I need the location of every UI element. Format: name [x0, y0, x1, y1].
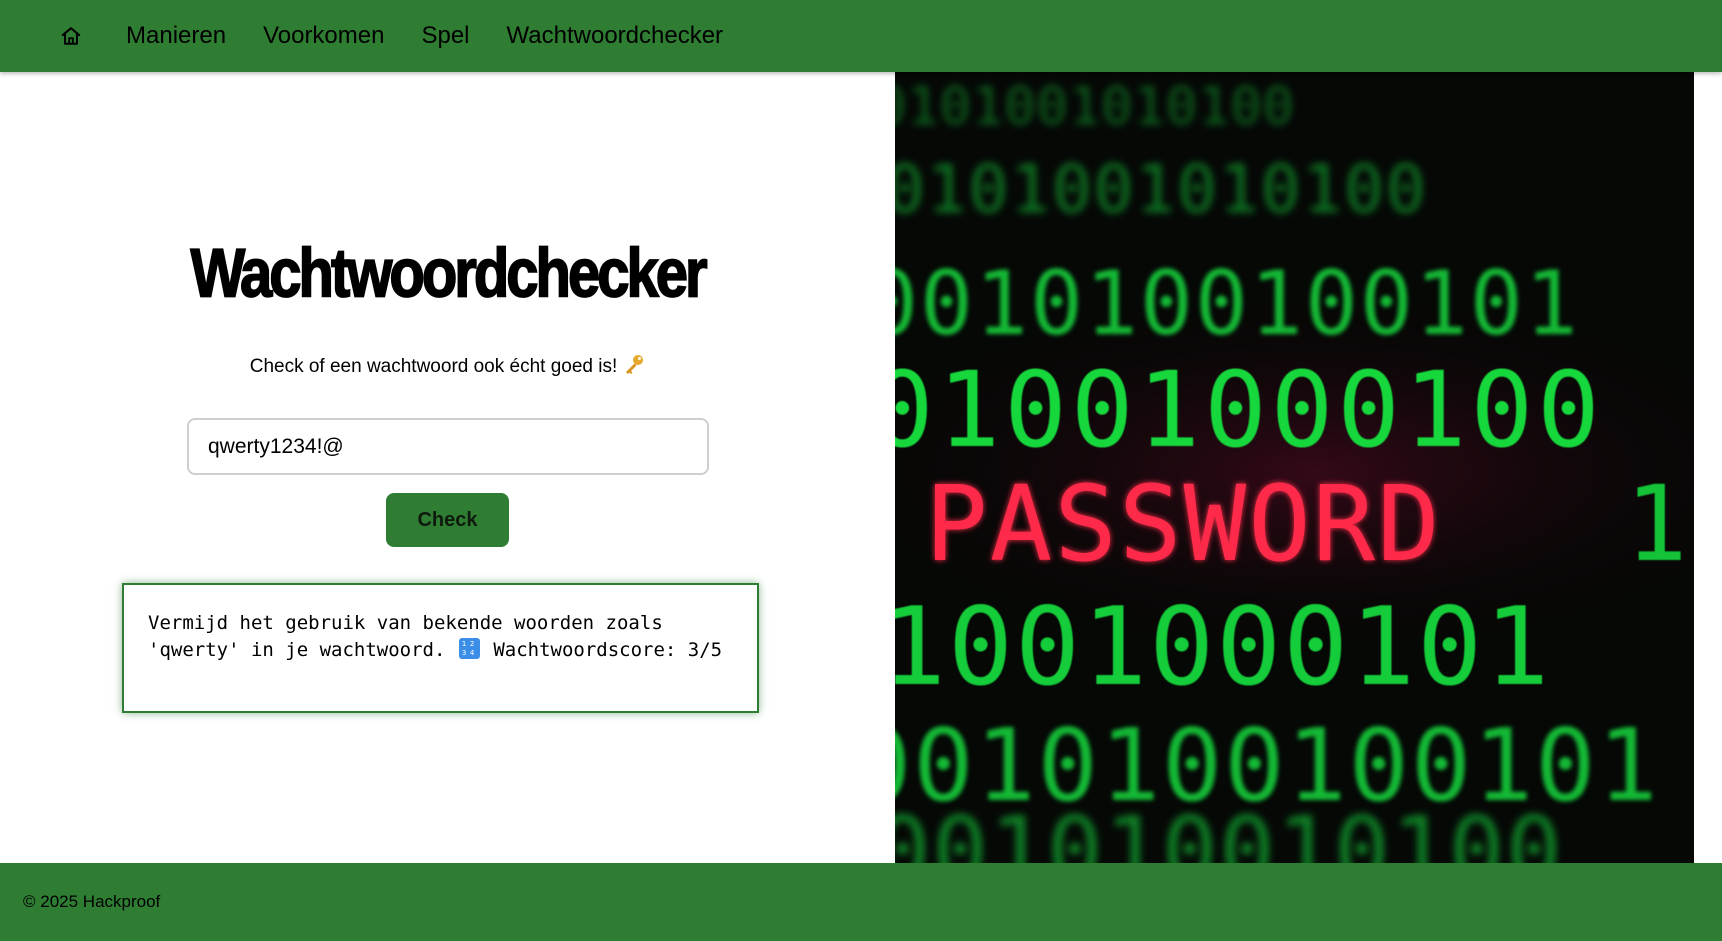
hero-image: 0101001010100 0101001010100 0010100100101 0… — [895, 72, 1694, 863]
nav-link-manieren[interactable]: Manieren — [126, 22, 226, 50]
binary-row: 0010100100101 — [895, 252, 1580, 355]
subtitle-text: Check of een wachtwoord ook écht goed is… — [249, 356, 618, 377]
page-title: Wachtwoordchecker — [190, 234, 709, 312]
password-input[interactable] — [187, 418, 709, 475]
nav-link-spel[interactable]: Spel — [421, 22, 469, 50]
checker-panel: Wachtwoordchecker Check of een wachtwoor… — [0, 72, 895, 863]
nav-link-voorkomen[interactable]: Voorkomen — [263, 22, 384, 50]
footer-text: © 2025 Hackproof — [23, 892, 161, 911]
main-content: Wachtwoordchecker Check of een wachtwoor… — [0, 72, 1722, 863]
binary-password-image: 0101001010100010100101010000101001001010… — [895, 72, 1694, 863]
nav-link-wachtwoordchecker[interactable]: Wachtwoordchecker — [507, 22, 724, 50]
binary-row: 1001000101 — [895, 585, 1551, 710]
password-label: PASSWORD — [925, 463, 1442, 585]
score-text: Wachtwoordscore: 3/5 — [493, 639, 723, 661]
footer: © 2025 Hackproof — [0, 863, 1722, 941]
binary-row: 0101001010100 — [895, 151, 1428, 228]
top-navbar: Manieren Voorkomen Spel Wachtwoordchecke… — [0, 0, 1722, 72]
key-icon — [623, 354, 645, 380]
binary-row: 001010010100 — [895, 797, 1564, 863]
binary-row: 01001000100 — [895, 349, 1604, 471]
right-gutter — [1694, 72, 1722, 863]
page-subtitle: Check of een wachtwoord ook écht goed is… — [0, 354, 895, 380]
trailing-digit: 1 — [1625, 463, 1688, 585]
numbers-icon: 12 34 — [458, 638, 480, 659]
result-box: Vermijd het gebruik van bekende woorden … — [122, 583, 759, 713]
check-button[interactable]: Check — [386, 493, 509, 547]
binary-row: 0101001010100 — [895, 77, 1295, 137]
home-icon[interactable] — [58, 23, 84, 49]
